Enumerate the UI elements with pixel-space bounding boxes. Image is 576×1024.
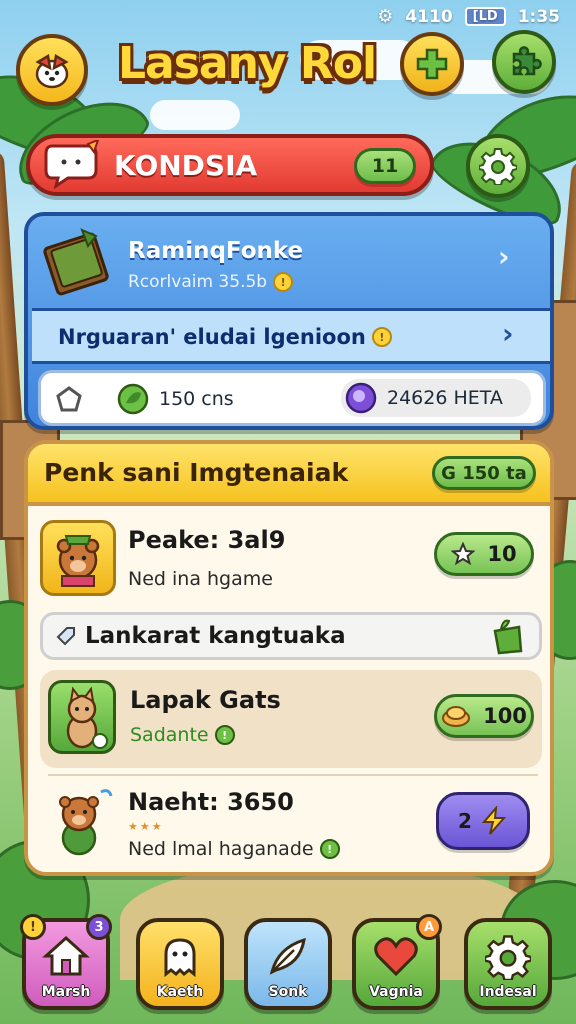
nav-sonk-button[interactable]: Sonk <box>244 918 332 1010</box>
nav-label: Marsh <box>41 984 91 1000</box>
section-title: Lankarat kangtuaka <box>85 623 346 649</box>
gear-icon <box>485 935 531 980</box>
status-time-right: 1:35 <box>517 6 560 27</box>
quest-info-row[interactable]: Nrguaran' eludai lgenioon ! › <box>32 308 550 364</box>
section-header[interactable]: Lankarat kangtuaka <box>40 612 542 660</box>
nav-label: Indesal <box>479 984 537 1000</box>
bear-avatar-icon <box>40 520 116 596</box>
dog-avatar-icon <box>35 53 69 89</box>
player-level-pill[interactable]: 11 <box>354 148 416 184</box>
coin-icon: ! <box>214 725 235 745</box>
item-subtitle: Sadante ! <box>130 724 235 746</box>
star-reward-value: 10 <box>487 542 517 566</box>
nav-kaeth-button[interactable]: Kaeth <box>136 918 224 1010</box>
profile-avatar-button[interactable] <box>16 34 88 106</box>
nav-vagnia-button[interactable]: A Vagnia <box>352 914 442 1010</box>
list-item[interactable]: Naeht: 3650 ★★★ Ned lmal haganade ! 2 <box>28 776 550 872</box>
tag-icon <box>56 627 75 646</box>
quest-entry[interactable]: RaminqFonke Rcorlvaim 35.5b ! › <box>28 216 550 306</box>
quest-title: RaminqFonke <box>128 238 304 264</box>
coin-icon: ! <box>273 272 294 292</box>
bun-reward-button[interactable]: 100 <box>434 694 534 738</box>
bear-avatar-icon <box>44 784 120 860</box>
status-bar: ⚙ 4110 [LD 1:35 <box>377 6 560 27</box>
player-banner[interactable]: KONDSIA 11 <box>26 134 434 196</box>
home-icon <box>42 935 90 976</box>
reward-card: Penk sani Imgtenaiak G 150 ta Peake: 3al… <box>24 440 554 876</box>
star-reward-button[interactable]: 10 <box>434 532 534 576</box>
book-icon <box>43 228 109 296</box>
nav-settings-button[interactable]: Indesal <box>464 918 552 1010</box>
item-title: Naeht: 3650 <box>128 788 294 816</box>
item-subtitle-text: Sadante <box>130 724 209 746</box>
gear-icon: ⚙ <box>377 6 394 27</box>
resource-leaf-value: 150 cns <box>159 388 234 410</box>
quest-subtitle-row: Rcorlvaim 35.5b ! <box>128 272 294 292</box>
coin-icon: ! <box>319 839 340 859</box>
resource-gem-value: 24626 HETA <box>387 387 503 409</box>
puzzle-icon <box>512 46 542 76</box>
star-icon <box>451 542 476 566</box>
item-subtitle: Ned ina hgame <box>128 568 273 590</box>
reward-card-total-value: G 150 ta <box>441 462 527 484</box>
leaf-bag-icon <box>493 619 523 655</box>
game-title: Lasany Rol <box>118 38 377 89</box>
bun-reward-value: 100 <box>483 704 527 728</box>
coin-icon: ! <box>371 327 392 347</box>
player-level-value: 11 <box>371 155 399 177</box>
battery-indicator: [LD <box>464 7 506 26</box>
message-reward-button[interactable]: 2 <box>436 792 530 850</box>
quest-info-row-content: Nrguaran' eludai lgenioon ! <box>58 325 392 349</box>
list-item[interactable]: Peake: 3al9 Ned ina hgame 10 <box>28 510 550 606</box>
item-stars: ★★★ <box>128 820 164 833</box>
heart-icon <box>374 937 418 977</box>
reward-card-header: Penk sani Imgtenaiak G 150 ta <box>28 444 550 506</box>
resource-gem[interactable]: 24626 HETA <box>341 379 531 417</box>
pentagon-icon <box>56 386 82 412</box>
reward-card-total-pill[interactable]: G 150 ta <box>432 456 536 490</box>
gear-icon <box>479 148 517 185</box>
status-time-left: 4110 <box>405 6 453 27</box>
add-button[interactable] <box>400 32 464 96</box>
ghost-icon <box>164 938 196 978</box>
chevron-right-icon: › <box>502 317 514 350</box>
chat-bubble-icon <box>44 140 100 190</box>
resource-stats: 150 cns 24626 HETA <box>38 370 546 426</box>
plus-icon <box>416 48 448 80</box>
quest-subtitle: Rcorlvaim 35.5b <box>128 272 268 292</box>
cat-avatar-icon <box>48 680 116 754</box>
item-subtitle-text: Ned lmal haganade <box>128 838 314 860</box>
nav-label: Sonk <box>268 984 308 1000</box>
leaf-icon <box>117 383 149 415</box>
lightning-icon <box>481 806 507 835</box>
message-reward-value: 2 <box>458 809 472 833</box>
item-subtitle-text: Ned ina hgame <box>128 568 273 590</box>
player-name: KONDSIA <box>114 148 258 182</box>
settings-button[interactable] <box>466 134 530 198</box>
feather-icon <box>269 937 306 975</box>
puzzle-button[interactable] <box>492 30 556 94</box>
item-title: Peake: 3al9 <box>128 526 286 554</box>
chevron-right-icon: › <box>498 240 510 273</box>
quest-info-text: Nrguaran' eludai lgenioon <box>58 325 366 349</box>
reward-card-title: Penk sani Imgtenaiak <box>44 458 349 487</box>
quest-panel: RaminqFonke Rcorlvaim 35.5b ! › Nrguaran… <box>24 212 554 430</box>
resource-leaf[interactable]: 150 cns <box>117 383 234 415</box>
bun-icon <box>442 706 471 727</box>
nav-label: Kaeth <box>156 984 204 1000</box>
resource-home[interactable] <box>55 385 83 413</box>
list-item[interactable]: Lapak Gats Sadante ! 100 <box>40 670 542 768</box>
gem-icon <box>345 382 377 414</box>
item-subtitle: Ned lmal haganade ! <box>128 838 340 860</box>
nav-home-button[interactable]: ! 3 Marsh <box>20 914 112 1010</box>
nav-label: Vagnia <box>369 984 423 1000</box>
item-title: Lapak Gats <box>130 686 281 714</box>
